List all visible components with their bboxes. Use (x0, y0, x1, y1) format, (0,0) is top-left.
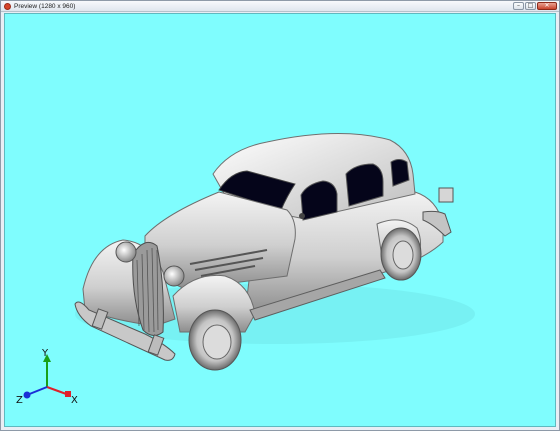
door-handle (299, 213, 305, 219)
rear-hubcap (392, 240, 414, 270)
close-button[interactable]: ✕ (537, 2, 557, 10)
z-axis-label: Z (16, 395, 23, 406)
title-bar[interactable]: Preview (1280 x 960) – □ ✕ (1, 1, 559, 12)
window-title: Preview (1280 x 960) (14, 3, 76, 10)
maximize-button[interactable]: □ (525, 2, 536, 10)
right-headlamp (163, 265, 185, 287)
preview-window: Preview (1280 x 960) – □ ✕ Y X Z (0, 0, 560, 431)
front-hubcap (202, 324, 232, 360)
left-headlamp (115, 241, 137, 263)
minimize-button[interactable]: – (513, 2, 524, 10)
z-axis-marker-icon (23, 391, 31, 399)
render-viewport[interactable]: Y X Z (4, 13, 556, 427)
car-model-render: Y X Z (16, 133, 475, 406)
y-axis-label: Y (41, 348, 49, 359)
x-axis-label: X (71, 395, 78, 406)
axis-triad: Y X Z (16, 348, 78, 406)
app-icon (4, 3, 11, 10)
side-mirror (438, 187, 454, 203)
